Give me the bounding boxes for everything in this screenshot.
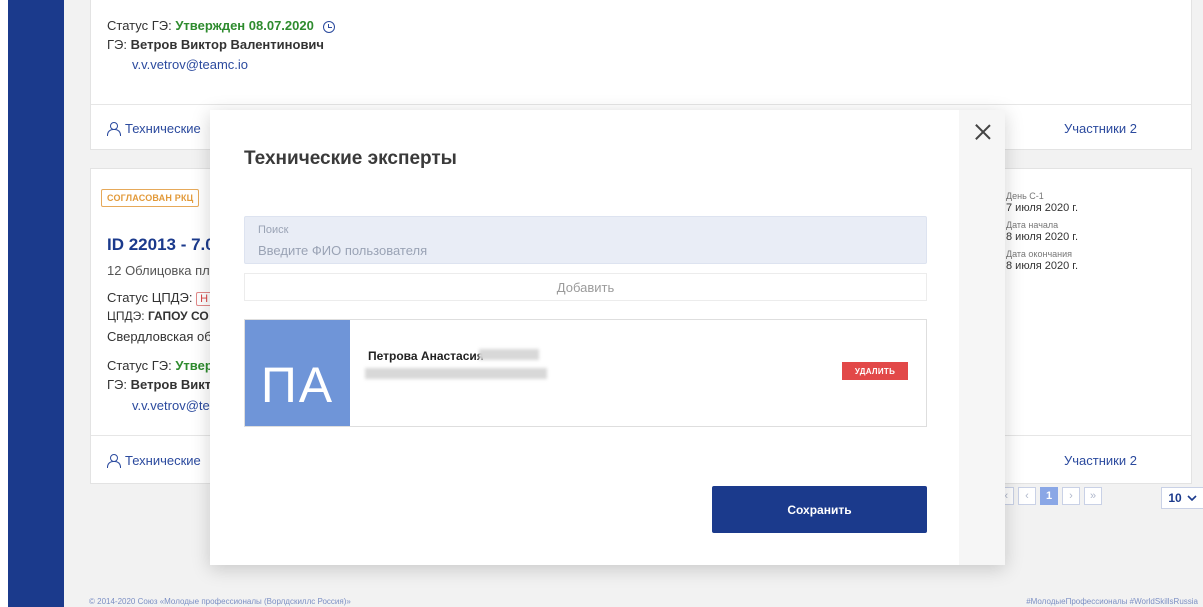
save-button[interactable]: Сохранить: [712, 486, 927, 533]
status-ge-row: Статус ГЭ: Утвержден 08.07.2020: [107, 18, 336, 33]
next-page-button[interactable]: ›: [1062, 487, 1080, 505]
status-ge-label: Статус ГЭ:: [107, 18, 172, 33]
per-page-select[interactable]: 10: [1161, 487, 1203, 509]
status-ge-row: Статус ГЭ: Утвер: [107, 358, 213, 373]
ge-email-link[interactable]: v.v.vetrov@teamc.io: [132, 57, 248, 72]
experts-link-label: Технические: [125, 121, 201, 136]
date-value: 8 июля 2020 г.: [1006, 231, 1079, 243]
experts-link[interactable]: Технические: [107, 121, 201, 136]
status-badge: СОГЛАСОВАН РКЦ: [101, 189, 200, 207]
date-label: Дата начала: [1006, 220, 1059, 230]
current-page-button[interactable]: 1: [1040, 487, 1058, 505]
date-value: 7 июля 2020 г.: [1006, 202, 1079, 214]
ge-name: Ветров Виктор Валентинович: [130, 37, 324, 52]
search-input[interactable]: [258, 241, 908, 259]
user-name: Петрова Анастасия: [368, 349, 484, 363]
cpde-value: ГАПОУ СО: [147, 309, 209, 323]
experts-link-label: Технические: [125, 453, 201, 468]
add-button[interactable]: Добавить: [244, 273, 927, 301]
per-page-value: 10: [1168, 491, 1182, 505]
redacted-surname: [479, 349, 539, 360]
footer-copyright: © 2014-2020 Союз «Молодые профессионалы …: [89, 597, 351, 606]
date-label: День С-1: [1006, 191, 1044, 201]
close-icon[interactable]: [973, 122, 993, 142]
user-card: ПА Петрова Анастасия УДАЛИТЬ: [244, 319, 927, 427]
region-text: Свердловская об: [107, 329, 212, 344]
modal-title: Технические эксперты: [244, 148, 457, 169]
chevron-down-icon: [1187, 495, 1197, 501]
participants-link[interactable]: Участники 2: [1064, 453, 1137, 468]
status-ge-value: Утвержден 08.07.2020: [175, 18, 314, 33]
ge-row: ГЭ: Ветров Виктор Валентинович: [107, 37, 324, 52]
status-cpde-row: Статус ЦПДЭ: Н: [107, 290, 213, 306]
search-field[interactable]: Поиск: [244, 216, 927, 264]
sidebar: [0, 0, 64, 607]
experts-modal: Технические эксперты Поиск Добавить ПА П…: [210, 110, 1005, 565]
status-ge-value: Утвер: [175, 358, 213, 373]
event-id-title[interactable]: ID 22013 - 7.0: [107, 235, 215, 255]
participants-link[interactable]: Участники 2: [1064, 121, 1137, 136]
redacted-email: [365, 368, 547, 379]
person-icon: [107, 454, 121, 468]
cpde-row: ЦПДЭ: ГАПОУ СО: [107, 309, 209, 323]
last-page-button[interactable]: »: [1084, 487, 1102, 505]
card-divider: [91, 104, 1191, 105]
status-cpde-label: Статус ЦПДЭ:: [107, 290, 193, 305]
modal-side-strip: [959, 110, 1005, 565]
status-ge-label: Статус ГЭ:: [107, 358, 172, 373]
date-value: 8 июля 2020 г.: [1006, 260, 1079, 272]
prev-page-button[interactable]: ‹: [1018, 487, 1036, 505]
clock-icon: [323, 20, 336, 33]
experts-link[interactable]: Технические: [107, 453, 201, 468]
delete-button[interactable]: УДАЛИТЬ: [842, 362, 908, 380]
event-dates: День С-1 7 июля 2020 г. Дата начала 8 ию…: [1006, 191, 1078, 272]
avatar: ПА: [245, 320, 350, 426]
footer-hashtags: #МолодыеПрофессионалы #WorldSkillsRussia: [1026, 597, 1198, 606]
ge-email-link[interactable]: v.v.vetrov@te: [132, 398, 210, 413]
ge-label: ГЭ:: [107, 377, 127, 392]
cpde-label: ЦПДЭ:: [107, 309, 145, 323]
sidebar-strip: [8, 0, 64, 607]
ge-row: ГЭ: Ветров Викт: [107, 377, 211, 392]
date-label: Дата окончания: [1006, 249, 1073, 259]
person-icon: [107, 122, 121, 136]
ge-name: Ветров Викт: [130, 377, 212, 392]
ge-label: ГЭ:: [107, 37, 127, 52]
pagination: « ‹ 1 › »: [996, 487, 1102, 505]
search-label: Поиск: [258, 224, 289, 236]
discipline-text: 12 Облицовка пл: [107, 263, 210, 278]
